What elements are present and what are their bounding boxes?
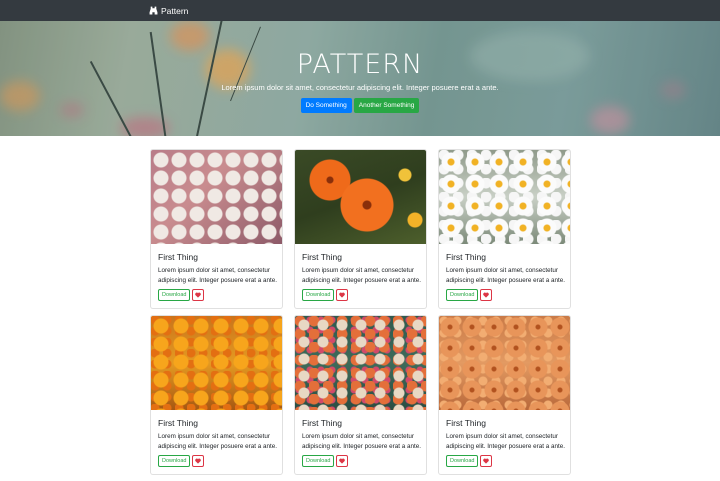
download-button[interactable]: Download (302, 455, 335, 467)
like-button[interactable] (336, 289, 349, 301)
card-text: Lorem ipsum dolor sit amet, consectetur … (446, 433, 566, 450)
card-actions: Download (302, 289, 349, 301)
like-button[interactable] (192, 289, 205, 301)
card-title: First Thing (302, 252, 342, 262)
card: First Thing Lorem ipsum dolor sit amet, … (294, 315, 427, 475)
heart-icon (483, 458, 490, 464)
card: First Thing Lorem ipsum dolor sit amet, … (150, 149, 283, 309)
card-image (439, 150, 570, 244)
download-button[interactable]: Download (158, 289, 191, 301)
card: First Thing Lorem ipsum dolor sit amet, … (150, 315, 283, 475)
card: First Thing Lorem ipsum dolor sit amet, … (294, 149, 427, 309)
like-button[interactable] (480, 289, 493, 301)
heart-icon (339, 292, 346, 298)
card-text: Lorem ipsum dolor sit amet, consectetur … (302, 433, 422, 450)
card-actions: Download (446, 455, 493, 467)
card-image (295, 316, 426, 410)
do-something-button[interactable]: Do Something (300, 98, 352, 113)
like-button[interactable] (192, 455, 205, 467)
card-actions: Download (158, 289, 205, 301)
hero-banner: PATTERN Lorem ipsum dolor sit amet, cons… (0, 21, 720, 136)
card-title: First Thing (446, 252, 486, 262)
card-text: Lorem ipsum dolor sit amet, consectetur … (302, 267, 422, 284)
download-button[interactable]: Download (446, 289, 479, 301)
heart-icon (195, 458, 202, 464)
card-title: First Thing (446, 418, 486, 428)
card-actions: Download (302, 455, 349, 467)
binoculars-icon (149, 6, 158, 15)
card-title: First Thing (158, 252, 198, 262)
heart-icon (195, 292, 202, 298)
navbar: Pattern (0, 0, 720, 21)
download-button[interactable]: Download (446, 455, 479, 467)
card-actions: Download (446, 289, 493, 301)
download-button[interactable]: Download (158, 455, 191, 467)
brand-label: Pattern (161, 5, 189, 16)
heart-icon (339, 458, 346, 464)
card-actions: Download (158, 455, 205, 467)
hero-title: PATTERN (296, 49, 424, 80)
card-image (151, 150, 282, 244)
heart-icon (483, 292, 490, 298)
card-title: First Thing (302, 418, 342, 428)
card: First Thing Lorem ipsum dolor sit amet, … (438, 315, 571, 475)
card-image (295, 150, 426, 244)
card-image (439, 316, 570, 410)
card-text: Lorem ipsum dolor sit amet, consectetur … (158, 433, 278, 450)
card: First Thing Lorem ipsum dolor sit amet, … (438, 149, 571, 309)
another-something-button[interactable]: Another Something (353, 98, 420, 113)
card-text: Lorem ipsum dolor sit amet, consectetur … (158, 267, 278, 284)
brand-link[interactable]: Pattern (149, 0, 188, 21)
like-button[interactable] (480, 455, 493, 467)
like-button[interactable] (336, 455, 349, 467)
card-title: First Thing (158, 418, 198, 428)
card-image (151, 316, 282, 410)
hero-lead: Lorem ipsum dolor sit amet, consectetur … (221, 83, 499, 92)
card-text: Lorem ipsum dolor sit amet, consectetur … (446, 267, 566, 284)
hero-buttons: Do Something Another Something (0, 98, 720, 113)
download-button[interactable]: Download (302, 289, 335, 301)
